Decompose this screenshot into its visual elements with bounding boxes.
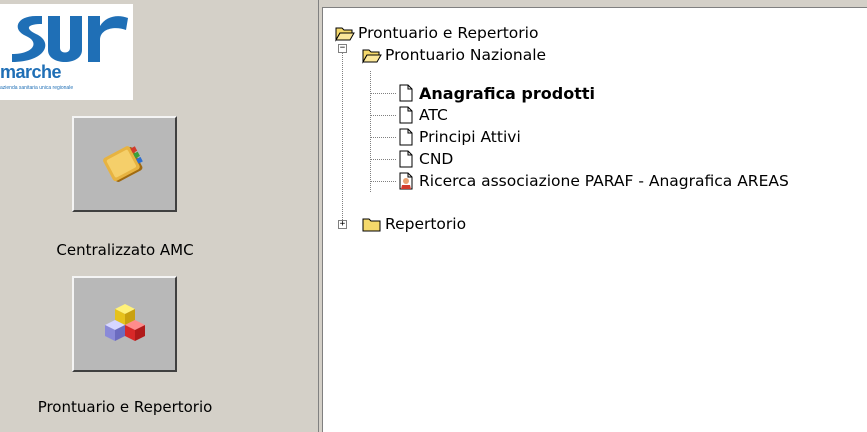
sur-logo-mark (12, 16, 128, 62)
tree-node-root[interactable]: Prontuario e Repertorio (335, 22, 538, 44)
document-user-icon (396, 172, 416, 190)
document-icon (396, 84, 416, 102)
tree-line (370, 93, 396, 94)
colored-cubes-icon (104, 304, 145, 341)
tree-node-cnd-label: CND (419, 150, 454, 168)
tree-line (370, 181, 396, 182)
prontuario-repertorio-label: Prontuario e Repertorio (37, 398, 213, 416)
document-icon (396, 150, 416, 168)
closed-folder-icon (362, 215, 382, 233)
document-icon (396, 128, 416, 146)
tree-line (370, 159, 396, 160)
document-icon (396, 106, 416, 124)
tree-node-repertorio[interactable]: Repertorio (362, 213, 466, 235)
tree-line (370, 71, 371, 192)
tree-line (342, 48, 343, 224)
logo-subtitle: azienda sanitaria unica regionale (0, 85, 74, 91)
tree-node-principi-attivi-label: Principi Attivi (419, 128, 521, 146)
tree-node-prontuario-nazionale[interactable]: Prontuario Nazionale (362, 44, 546, 66)
tree-node-anagrafica-prodotti-label: Anagrafica prodotti (419, 83, 595, 103)
centralizzato-amc-button[interactable] (72, 116, 177, 212)
tree-node-anagrafica-prodotti[interactable]: Anagrafica prodotti (396, 82, 595, 104)
tree-node-cnd[interactable]: CND (396, 148, 453, 170)
logo-region: marche (0, 62, 62, 82)
tree-node-ricerca-associazione[interactable]: Ricerca associazione PARAF - Anagrafica … (396, 170, 789, 192)
tree-node-atc[interactable]: ATC (396, 104, 448, 126)
tree-node-principi-attivi[interactable]: Principi Attivi (396, 126, 521, 148)
centralizzato-amc-label: Centralizzato AMC (56, 241, 194, 259)
tree-view-panel: Prontuario e Repertorio − Prontuario Naz… (322, 7, 867, 432)
app-launcher-panel: marche azienda sanitaria unica regionale… (0, 0, 319, 432)
open-folder-icon (362, 46, 382, 64)
tree-node-repertorio-label: Repertorio (385, 215, 467, 233)
tree-line (370, 115, 396, 116)
collapse-toggle-icon[interactable]: − (338, 44, 347, 53)
tree-node-prontuario-nazionale-label: Prontuario Nazionale (385, 46, 547, 64)
address-book-icon (102, 146, 143, 182)
sur-marche-logo: marche azienda sanitaria unica regionale (0, 4, 133, 100)
tree-line (370, 137, 396, 138)
tree-node-ricerca-associazione-label: Ricerca associazione PARAF - Anagrafica … (419, 172, 789, 190)
tree-node-root-label: Prontuario e Repertorio (358, 24, 539, 42)
prontuario-repertorio-button[interactable] (72, 276, 177, 372)
expand-toggle-icon[interactable]: + (338, 220, 347, 229)
open-folder-icon (335, 24, 355, 42)
tree-node-atc-label: ATC (419, 106, 448, 124)
